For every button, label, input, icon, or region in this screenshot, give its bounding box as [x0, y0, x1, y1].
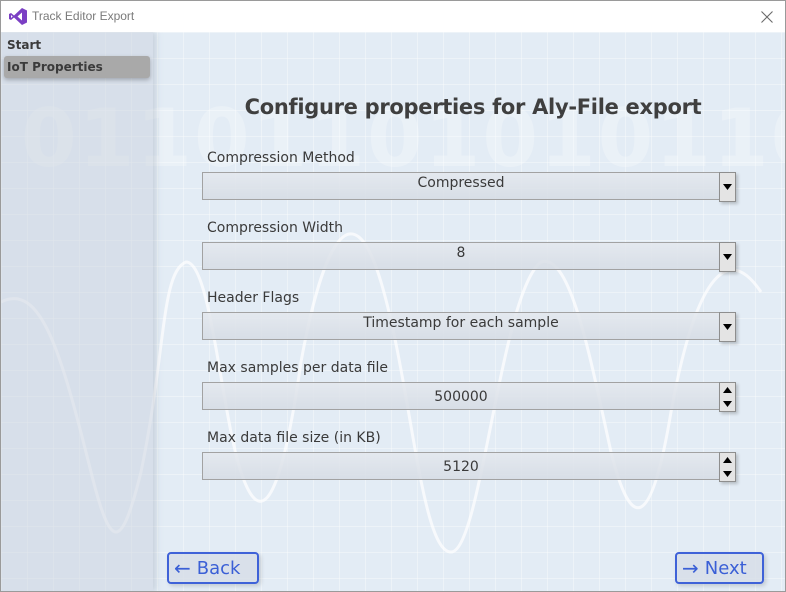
header-flags-dropdown-button[interactable] [719, 312, 736, 342]
sidebar-item-start[interactable]: Start [4, 34, 150, 56]
title-bar: Track Editor Export [1, 1, 785, 32]
window-title: Track Editor Export [32, 9, 135, 23]
max-file-size-input[interactable]: 5120 [202, 452, 720, 480]
compression-method-label: Compression Method [207, 150, 355, 166]
max-file-size-spinner [719, 452, 736, 482]
arrow-up-icon [723, 457, 732, 463]
wizard-content: 0110110101011010 Start IoT Properties Co… [1, 32, 785, 591]
max-file-size-decrement-button[interactable] [720, 467, 735, 481]
export-dialog-window: Track Editor Export 0110110101011010 Sta… [0, 0, 786, 592]
compression-width-label: Compression Width [207, 220, 343, 236]
max-file-size-label: Max data file size (in KB) [207, 430, 381, 446]
sidebar-item-iot-properties[interactable]: IoT Properties [4, 56, 150, 78]
arrow-left-icon: ← [174, 556, 191, 580]
dropdown-arrow-icon [723, 184, 732, 190]
dropdown-arrow-icon [723, 254, 732, 260]
next-button-label: Next [704, 557, 747, 579]
sidebar: Start IoT Properties [1, 32, 153, 591]
compression-width-dropdown-button[interactable] [719, 242, 736, 272]
compression-width-dropdown[interactable]: 8 [202, 242, 720, 270]
close-button[interactable] [749, 1, 785, 32]
next-button[interactable]: → Next [675, 552, 764, 584]
arrow-right-icon: → [682, 556, 699, 580]
max-samples-decrement-button[interactable] [720, 397, 735, 411]
header-flags-label: Header Flags [207, 290, 300, 306]
page-title: Configure properties for Aly-File export [244, 95, 702, 119]
dropdown-arrow-icon [723, 324, 732, 330]
arrow-up-icon [723, 387, 732, 393]
close-x-icon [761, 10, 773, 23]
arrow-down-icon [723, 401, 732, 407]
header-flags-dropdown[interactable]: Timestamp for each sample [202, 312, 720, 340]
max-samples-input[interactable]: 500000 [202, 382, 720, 410]
back-button-label: Back [196, 557, 241, 579]
max-samples-spinner [719, 382, 736, 412]
arrow-down-icon [723, 471, 732, 477]
max-samples-increment-button[interactable] [720, 383, 735, 397]
max-samples-label: Max samples per data file [207, 360, 389, 376]
compression-method-dropdown-button[interactable] [719, 172, 736, 202]
visual-studio-icon [9, 8, 27, 25]
compression-method-dropdown[interactable]: Compressed [202, 172, 720, 200]
max-file-size-increment-button[interactable] [720, 453, 735, 467]
back-button[interactable]: ← Back [167, 552, 259, 584]
